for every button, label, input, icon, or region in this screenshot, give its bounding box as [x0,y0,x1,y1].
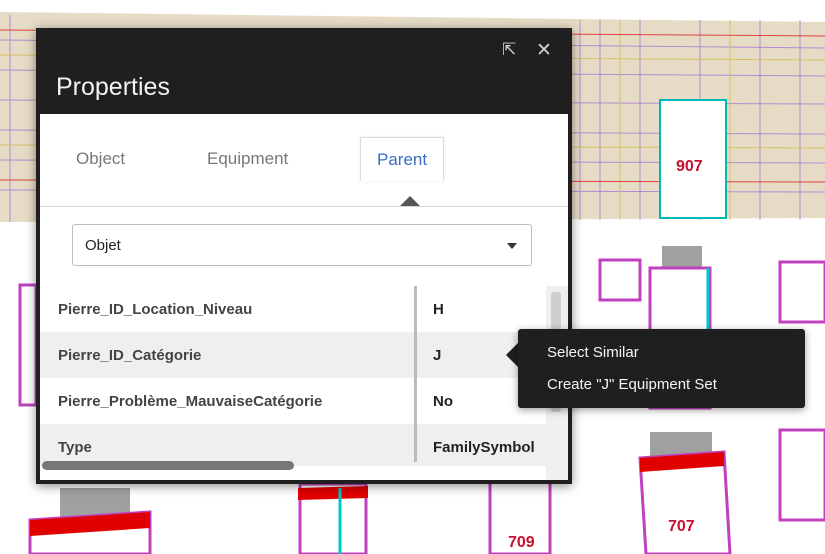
stone-element [18,283,38,407]
property-value: FamilySymbol [433,439,535,456]
stone-element [778,260,825,324]
property-value: H [433,301,444,318]
stone-element [598,258,642,302]
tab-equipment[interactable]: Equipment [191,137,304,181]
property-name: Pierre_ID_Location_Niveau [58,301,253,318]
active-tab-caret-icon [400,196,420,206]
property-name: Type [58,439,92,456]
tab-divider [40,206,568,207]
tab-parent[interactable]: Parent [360,137,445,181]
horizontal-scroll-thumb[interactable] [42,461,294,470]
stone-element [28,488,152,554]
property-name: Pierre_Problème_MauvaiseCatégorie [58,393,323,410]
properties-panel: Properties ⇱ ✕ Object Equipment Parent O… [36,28,572,484]
menu-item-create-equipment-set[interactable]: Create "J" Equipment Set [547,376,717,393]
stone-element [298,482,368,554]
context-menu-pointer [506,343,518,367]
category-dropdown-value: Objet [85,237,121,254]
tab-bar: Object Equipment Parent [40,114,568,204]
table-row[interactable]: Pierre_ID_Location_Niveau H [40,286,546,332]
menu-item-select-similar[interactable]: Select Similar [547,344,639,361]
chevron-down-icon [507,243,517,249]
table-row[interactable]: Type FamilySymbol [40,424,546,466]
element-tag-709: 709 [508,534,535,551]
table-row[interactable]: Pierre_Problème_MauvaiseCatégorie No [40,378,546,424]
column-splitter[interactable] [414,286,417,462]
element-tag-707: 707 [668,518,695,535]
close-icon[interactable]: ✕ [536,40,552,60]
element-tag-907: 907 [676,158,703,175]
tab-object[interactable]: Object [60,137,141,181]
panel-title: Properties [56,73,170,101]
context-menu: Select Similar Create "J" Equipment Set [518,329,805,408]
property-name: Pierre_ID_Catégorie [58,347,202,364]
property-table: Pierre_ID_Location_Niveau H Pierre_ID_Ca… [40,286,546,466]
category-dropdown[interactable]: Objet [72,224,532,266]
table-row[interactable]: Pierre_ID_Catégorie J [40,332,546,378]
panel-header[interactable]: Properties ⇱ ✕ [36,28,572,114]
stone-element [778,428,825,522]
panel-body: Object Equipment Parent Objet Pierre_ID_… [40,114,568,480]
popout-arrow-icon[interactable]: ⇱ [502,40,516,60]
